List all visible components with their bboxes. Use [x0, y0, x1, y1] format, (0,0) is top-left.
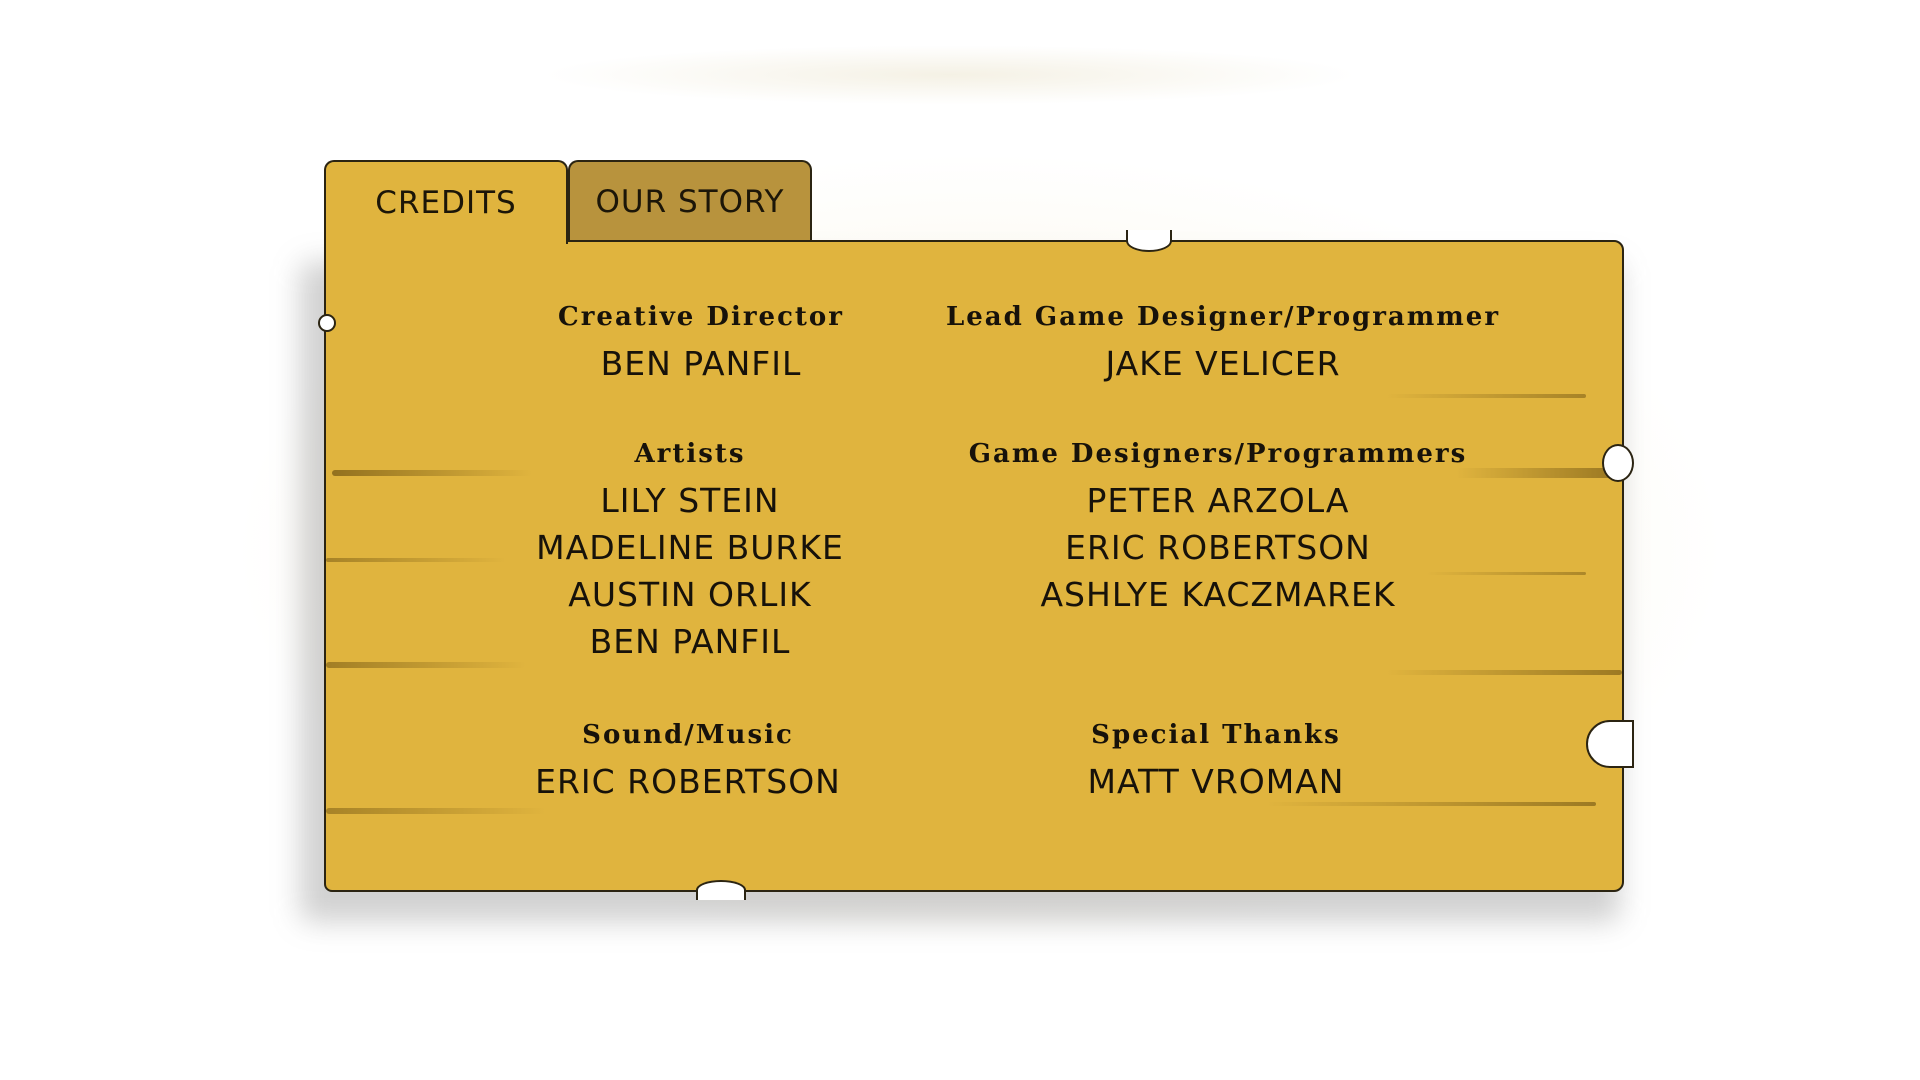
role-label: Special Thanks [1091, 720, 1341, 750]
credit-sound-music: Sound/Music ERIC ROBERTSON [408, 718, 968, 805]
credit-name: AUSTIN ORLIK [568, 575, 812, 614]
edge-notch [1126, 230, 1172, 252]
credit-name: ERIC ROBERTSON [535, 762, 841, 801]
credit-name: JAKE VELICER [1105, 344, 1341, 383]
credit-name: ASHLYE KACZMAREK [1040, 575, 1396, 614]
credit-name: ERIC ROBERTSON [1065, 528, 1371, 567]
edge-notch [696, 880, 746, 900]
tab-our-story-label: OUR STORY [595, 184, 785, 220]
role-label: Creative Director [558, 302, 844, 332]
credit-name: BEN PANFIL [589, 622, 791, 661]
edge-notch [318, 314, 336, 332]
credit-artists: Artists LILY STEIN MADELINE BURKE AUSTIN… [410, 437, 970, 665]
role-label: Lead Game Designer/Programmer [945, 302, 1501, 332]
tab-credits-label: CREDITS [375, 185, 517, 221]
edge-notch [1602, 444, 1634, 482]
edge-notch [1586, 720, 1634, 768]
credit-game-designers: Game Designers/Programmers PETER ARZOLA … [938, 437, 1498, 618]
credit-name: MATT VROMAN [1087, 762, 1345, 801]
role-label: Artists [634, 439, 746, 469]
credit-name: BEN PANFIL [600, 344, 802, 383]
wood-grain [1386, 670, 1622, 675]
wood-grain [326, 808, 546, 814]
tab-credits[interactable]: CREDITS [324, 160, 568, 244]
wood-grain [1386, 394, 1586, 398]
credit-name: MADELINE BURKE [536, 528, 844, 567]
tab-our-story[interactable]: OUR STORY [568, 160, 812, 242]
credit-name: PETER ARZOLA [1086, 481, 1350, 520]
credits-screen: CREDITS OUR STORY Creative Director BEN … [0, 0, 1920, 1080]
role-label: Sound/Music [582, 720, 794, 750]
role-label: Game Designers/Programmers [968, 439, 1468, 469]
background-haze [540, 45, 1360, 105]
credit-name: LILY STEIN [600, 481, 780, 520]
credit-special-thanks: Special Thanks MATT VROMAN [936, 718, 1496, 805]
credit-creative-director: Creative Director BEN PANFIL [421, 300, 981, 387]
credit-lead-designer: Lead Game Designer/Programmer JAKE VELIC… [943, 300, 1503, 387]
tab-join [326, 236, 566, 244]
